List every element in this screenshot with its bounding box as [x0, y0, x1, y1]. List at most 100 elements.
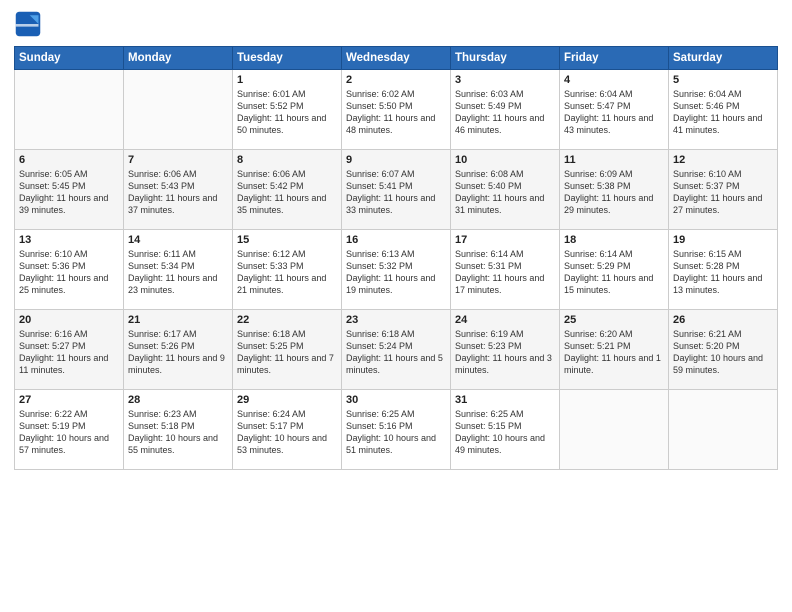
day-number: 15: [237, 234, 337, 246]
calendar-cell: 22 Sunrise: 6:18 AMSunset: 5:25 PMDayligh…: [233, 310, 342, 390]
cell-details: Sunrise: 6:14 AMSunset: 5:31 PMDaylight:…: [455, 248, 555, 297]
day-number: 20: [19, 314, 119, 326]
cell-details: Sunrise: 6:25 AMSunset: 5:16 PMDaylight:…: [346, 408, 446, 457]
cell-details: Sunrise: 6:16 AMSunset: 5:27 PMDaylight:…: [19, 328, 119, 377]
cell-details: Sunrise: 6:18 AMSunset: 5:24 PMDaylight:…: [346, 328, 446, 377]
cell-details: Sunrise: 6:09 AMSunset: 5:38 PMDaylight:…: [564, 168, 664, 217]
calendar-cell: 3Sunrise: 6:03 AMSunset: 5:49 PMDaylight…: [451, 70, 560, 150]
logo-icon: [14, 10, 42, 38]
day-number: 22: [237, 314, 337, 326]
day-number: 31: [455, 394, 555, 406]
calendar-body: 1Sunrise: 6:01 AMSunset: 5:52 PMDaylight…: [15, 70, 778, 470]
cell-details: Sunrise: 6:23 AMSunset: 5:18 PMDaylight:…: [128, 408, 228, 457]
day-number: 26: [673, 314, 773, 326]
cell-details: Sunrise: 6:07 AMSunset: 5:41 PMDaylight:…: [346, 168, 446, 217]
calendar-cell: 18 Sunrise: 6:14 AMSunset: 5:29 PMDayligh…: [560, 230, 669, 310]
cell-details: Sunrise: 6:10 AMSunset: 5:36 PMDaylight:…: [19, 248, 119, 297]
day-number: 6: [19, 154, 119, 166]
day-number: 21: [128, 314, 228, 326]
day-number: 5: [673, 74, 773, 86]
calendar-cell: [669, 390, 778, 470]
day-number: 7: [128, 154, 228, 166]
calendar-cell: 6 Sunrise: 6:05 AMSunset: 5:45 PMDaylight…: [15, 150, 124, 230]
calendar-cell: 7Sunrise: 6:06 AMSunset: 5:43 PMDaylight…: [124, 150, 233, 230]
cell-details: Sunrise: 6:03 AMSunset: 5:49 PMDaylight:…: [455, 88, 555, 137]
logo: [14, 10, 46, 38]
day-number: 23: [346, 314, 446, 326]
cell-details: Sunrise: 6:12 AMSunset: 5:33 PMDaylight:…: [237, 248, 337, 297]
cell-details: Sunrise: 6:20 AMSunset: 5:21 PMDaylight:…: [564, 328, 664, 377]
cell-details: Sunrise: 6:05 AMSunset: 5:45 PMDaylight:…: [19, 168, 119, 217]
calendar-cell: 2 Sunrise: 6:02 AMSunset: 5:50 PMDaylight…: [342, 70, 451, 150]
cell-details: Sunrise: 6:10 AMSunset: 5:37 PMDaylight:…: [673, 168, 773, 217]
day-number: 27: [19, 394, 119, 406]
calendar-cell: 21 Sunrise: 6:17 AMSunset: 5:26 PMDayligh…: [124, 310, 233, 390]
calendar-cell: [560, 390, 669, 470]
calendar-week-4: 20 Sunrise: 6:16 AMSunset: 5:27 PMDayligh…: [15, 310, 778, 390]
calendar-week-1: 1Sunrise: 6:01 AMSunset: 5:52 PMDaylight…: [15, 70, 778, 150]
day-number: 14: [128, 234, 228, 246]
calendar-week-5: 27 Sunrise: 6:22 AMSunset: 5:19 PMDayligh…: [15, 390, 778, 470]
calendar-cell: 23 Sunrise: 6:18 AMSunset: 5:24 PMDayligh…: [342, 310, 451, 390]
header-sunday: Sunday: [15, 47, 124, 70]
calendar-cell: 16 Sunrise: 6:13 AMSunset: 5:32 PMDayligh…: [342, 230, 451, 310]
day-number: 2: [346, 74, 446, 86]
cell-details: Sunrise: 6:17 AMSunset: 5:26 PMDaylight:…: [128, 328, 228, 377]
day-number: 13: [19, 234, 119, 246]
cell-details: Sunrise: 6:25 AMSunset: 5:15 PMDaylight:…: [455, 408, 555, 457]
header-saturday: Saturday: [669, 47, 778, 70]
cell-details: Sunrise: 6:13 AMSunset: 5:32 PMDaylight:…: [346, 248, 446, 297]
day-number: 8: [237, 154, 337, 166]
calendar-cell: [124, 70, 233, 150]
day-number: 30: [346, 394, 446, 406]
cell-details: Sunrise: 6:24 AMSunset: 5:17 PMDaylight:…: [237, 408, 337, 457]
cell-details: Sunrise: 6:06 AMSunset: 5:42 PMDaylight:…: [237, 168, 337, 217]
cell-details: Sunrise: 6:18 AMSunset: 5:25 PMDaylight:…: [237, 328, 337, 377]
day-number: 4: [564, 74, 664, 86]
header: [14, 10, 778, 38]
calendar-cell: 17Sunrise: 6:14 AMSunset: 5:31 PMDayligh…: [451, 230, 560, 310]
calendar-cell: 15 Sunrise: 6:12 AMSunset: 5:33 PMDayligh…: [233, 230, 342, 310]
day-number: 28: [128, 394, 228, 406]
calendar-cell: 26Sunrise: 6:21 AMSunset: 5:20 PMDayligh…: [669, 310, 778, 390]
day-number: 1: [237, 74, 337, 86]
cell-details: Sunrise: 6:22 AMSunset: 5:19 PMDaylight:…: [19, 408, 119, 457]
cell-details: Sunrise: 6:14 AMSunset: 5:29 PMDaylight:…: [564, 248, 664, 297]
calendar-cell: 9 Sunrise: 6:07 AMSunset: 5:41 PMDaylight…: [342, 150, 451, 230]
cell-details: Sunrise: 6:15 AMSunset: 5:28 PMDaylight:…: [673, 248, 773, 297]
cell-details: Sunrise: 6:02 AMSunset: 5:50 PMDaylight:…: [346, 88, 446, 137]
calendar-container: SundayMondayTuesdayWednesdayThursdayFrid…: [0, 0, 792, 612]
calendar-cell: 5 Sunrise: 6:04 AMSunset: 5:46 PMDaylight…: [669, 70, 778, 150]
day-number: 29: [237, 394, 337, 406]
cell-details: Sunrise: 6:04 AMSunset: 5:47 PMDaylight:…: [564, 88, 664, 137]
header-friday: Friday: [560, 47, 669, 70]
cell-details: Sunrise: 6:19 AMSunset: 5:23 PMDaylight:…: [455, 328, 555, 377]
calendar-cell: 24 Sunrise: 6:19 AMSunset: 5:23 PMDayligh…: [451, 310, 560, 390]
calendar-cell: 19 Sunrise: 6:15 AMSunset: 5:28 PMDayligh…: [669, 230, 778, 310]
day-number: 18: [564, 234, 664, 246]
calendar-cell: 14Sunrise: 6:11 AMSunset: 5:34 PMDayligh…: [124, 230, 233, 310]
calendar-header-row: SundayMondayTuesdayWednesdayThursdayFrid…: [15, 47, 778, 70]
calendar-cell: 8 Sunrise: 6:06 AMSunset: 5:42 PMDaylight…: [233, 150, 342, 230]
calendar-cell: 20 Sunrise: 6:16 AMSunset: 5:27 PMDayligh…: [15, 310, 124, 390]
calendar-table: SundayMondayTuesdayWednesdayThursdayFrid…: [14, 46, 778, 470]
calendar-cell: 11 Sunrise: 6:09 AMSunset: 5:38 PMDayligh…: [560, 150, 669, 230]
cell-details: Sunrise: 6:08 AMSunset: 5:40 PMDaylight:…: [455, 168, 555, 217]
day-number: 24: [455, 314, 555, 326]
day-number: 19: [673, 234, 773, 246]
day-number: 11: [564, 154, 664, 166]
calendar-cell: 10Sunrise: 6:08 AMSunset: 5:40 PMDayligh…: [451, 150, 560, 230]
day-number: 12: [673, 154, 773, 166]
day-number: 25: [564, 314, 664, 326]
header-tuesday: Tuesday: [233, 47, 342, 70]
day-number: 9: [346, 154, 446, 166]
header-wednesday: Wednesday: [342, 47, 451, 70]
calendar-cell: 1Sunrise: 6:01 AMSunset: 5:52 PMDaylight…: [233, 70, 342, 150]
calendar-cell: 12 Sunrise: 6:10 AMSunset: 5:37 PMDayligh…: [669, 150, 778, 230]
cell-details: Sunrise: 6:04 AMSunset: 5:46 PMDaylight:…: [673, 88, 773, 137]
calendar-cell: 31 Sunrise: 6:25 AMSunset: 5:15 PMDayligh…: [451, 390, 560, 470]
day-number: 16: [346, 234, 446, 246]
calendar-cell: 25 Sunrise: 6:20 AMSunset: 5:21 PMDayligh…: [560, 310, 669, 390]
calendar-week-2: 6 Sunrise: 6:05 AMSunset: 5:45 PMDaylight…: [15, 150, 778, 230]
calendar-cell: 4 Sunrise: 6:04 AMSunset: 5:47 PMDaylight…: [560, 70, 669, 150]
